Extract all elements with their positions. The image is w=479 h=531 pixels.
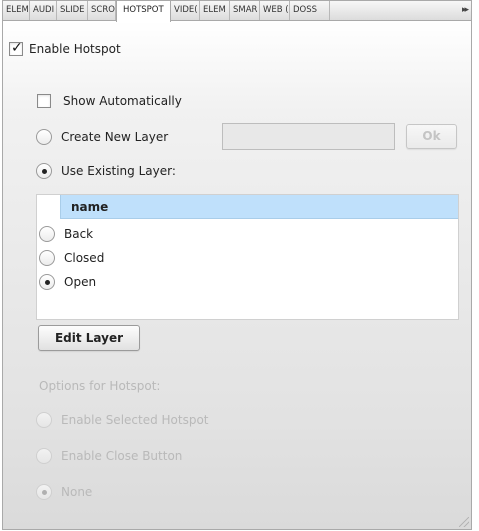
layer-list-header: name — [37, 195, 458, 219]
layer-list-item[interactable]: Back — [39, 225, 93, 243]
show-automatically-label: Show Automatically — [63, 94, 182, 108]
tab-overflow-icon[interactable]: ▸▸ — [462, 1, 469, 20]
option-enable-close-button-row: Enable Close Button — [36, 447, 182, 465]
enable-hotspot-checkbox[interactable]: ✓ — [9, 40, 23, 56]
layer-closed-radio[interactable] — [39, 250, 55, 266]
option-enable-selected-hotspot-radio — [36, 412, 52, 428]
layer-list-item[interactable]: Closed — [39, 249, 104, 267]
enable-hotspot-row[interactable]: ✓ Enable Hotspot — [9, 40, 121, 58]
tab-slide[interactable]: SLIDE — [57, 1, 88, 20]
tab-strip: ELEM AUDI SLIDE SCRO HOTSPOT VIDE( ELEM … — [2, 0, 472, 22]
use-existing-layer-radio[interactable] — [36, 163, 52, 179]
tab-elem[interactable]: ELEM — [3, 1, 30, 20]
option-none-label: None — [61, 485, 93, 499]
resize-grip-icon[interactable] — [459, 517, 469, 527]
option-enable-close-button-label: Enable Close Button — [61, 449, 183, 463]
option-none-row: None — [36, 483, 92, 501]
layer-list-header-name[interactable]: name — [71, 195, 108, 219]
layer-back-label: Back — [64, 227, 94, 241]
edit-layer-button[interactable]: Edit Layer — [38, 325, 140, 351]
layer-list: name Back Closed Open — [36, 194, 459, 320]
hotspot-panel: ✓ Enable Hotspot Show Automatically Crea… — [2, 20, 472, 530]
option-none-radio — [36, 484, 52, 500]
create-new-layer-radio[interactable] — [36, 129, 52, 145]
use-existing-layer-label: Use Existing Layer: — [61, 164, 176, 178]
show-automatically-row[interactable]: Show Automatically — [37, 92, 182, 110]
show-automatically-checkbox[interactable] — [37, 94, 51, 108]
ok-button[interactable]: Ok — [406, 124, 457, 149]
tab-video[interactable]: VIDE( — [171, 1, 200, 20]
option-enable-close-button-radio — [36, 448, 52, 464]
layer-closed-label: Closed — [64, 251, 105, 265]
use-existing-layer-row[interactable]: Use Existing Layer: — [36, 162, 176, 180]
layer-list-item[interactable]: Open — [39, 273, 96, 291]
layer-open-radio[interactable] — [39, 274, 55, 290]
tab-hotspot[interactable]: HOTSPOT — [116, 1, 171, 22]
tab-elem-2[interactable]: ELEM — [200, 1, 230, 20]
create-new-layer-row[interactable]: Create New Layer — [36, 128, 168, 146]
tab-audio[interactable]: AUDI — [30, 1, 57, 20]
tab-scroll[interactable]: SCRO — [88, 1, 116, 20]
tab-web[interactable]: WEB ( — [260, 1, 290, 20]
enable-hotspot-label: Enable Hotspot — [29, 42, 121, 56]
create-new-layer-label: Create New Layer — [61, 130, 169, 144]
new-layer-name-input[interactable] — [222, 123, 395, 150]
layer-list-header-select-cell — [37, 195, 61, 219]
option-enable-selected-hotspot-row: Enable Selected Hotspot — [36, 411, 209, 429]
layer-back-radio[interactable] — [39, 226, 55, 242]
tab-smart[interactable]: SMAR — [230, 1, 260, 20]
checkmark-icon: ✓ — [11, 40, 23, 56]
tab-dossier[interactable]: DOSS — [290, 1, 330, 20]
option-enable-selected-hotspot-label: Enable Selected Hotspot — [61, 413, 209, 427]
options-title: Options for Hotspot: — [39, 379, 161, 393]
layer-open-label: Open — [64, 275, 97, 289]
